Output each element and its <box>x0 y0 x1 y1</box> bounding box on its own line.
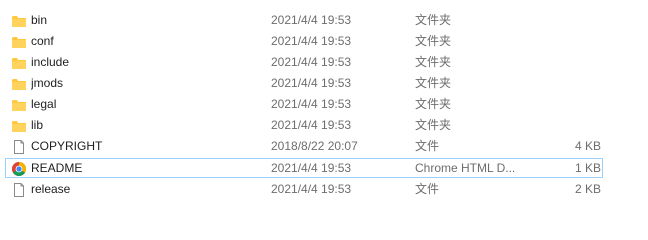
file-name: bin <box>31 13 48 27</box>
file-modified-date: 2021/4/4 19:53 <box>271 97 352 111</box>
file-name: lib <box>31 118 44 132</box>
folder-icon <box>11 13 27 29</box>
file-modified-date: 2021/4/4 19:53 <box>271 118 352 132</box>
file-icon <box>11 139 27 155</box>
folder-icon <box>11 34 27 50</box>
file-type: 文件 <box>415 182 440 196</box>
file-type: 文件夹 <box>415 13 452 27</box>
file-list: bin 2021/4/4 19:53 文件夹 conf 2021/4/4 19:… <box>0 0 648 240</box>
file-size: 2 KB <box>574 182 601 196</box>
file-name: README <box>31 161 83 175</box>
file-name: release <box>31 182 71 196</box>
file-size <box>536 53 601 72</box>
file-modified-date: 2021/4/4 19:53 <box>271 13 352 27</box>
folder-icon <box>11 118 27 134</box>
file-row-copyright[interactable]: COPYRIGHT 2018/8/22 20:07 文件 4 KB <box>5 136 603 156</box>
folder-icon <box>11 97 27 113</box>
file-row-bin[interactable]: bin 2021/4/4 19:53 文件夹 <box>5 10 603 30</box>
folder-icon <box>11 55 27 71</box>
file-modified-date: 2021/4/4 19:53 <box>271 182 352 196</box>
file-size <box>536 11 601 30</box>
file-size <box>536 95 601 114</box>
file-size: 4 KB <box>574 139 601 153</box>
file-size <box>536 74 601 93</box>
file-type: 文件 <box>415 139 440 153</box>
file-modified-date: 2018/8/22 20:07 <box>271 139 358 153</box>
file-row-lib[interactable]: lib 2021/4/4 19:53 文件夹 <box>5 115 603 135</box>
file-type: 文件夹 <box>415 34 452 48</box>
folder-icon <box>11 76 27 92</box>
file-size <box>536 116 601 135</box>
file-modified-date: 2021/4/4 19:53 <box>271 76 352 90</box>
file-row-conf[interactable]: conf 2021/4/4 19:53 文件夹 <box>5 31 603 51</box>
chrome-icon <box>11 161 27 177</box>
file-name: legal <box>31 97 57 111</box>
file-row-release[interactable]: release 2021/4/4 19:53 文件 2 KB <box>5 179 603 199</box>
file-type: 文件夹 <box>415 76 452 90</box>
file-row-readme[interactable]: README 2021/4/4 19:53 Chrome HTML D... 1… <box>5 158 603 178</box>
file-size: 1 KB <box>574 161 601 175</box>
file-name: COPYRIGHT <box>31 139 103 153</box>
file-type: 文件夹 <box>415 118 452 132</box>
file-row-legal[interactable]: legal 2021/4/4 19:53 文件夹 <box>5 94 603 114</box>
file-type: 文件夹 <box>415 55 452 69</box>
file-name: include <box>31 55 70 69</box>
file-modified-date: 2021/4/4 19:53 <box>271 161 352 175</box>
file-row-include[interactable]: include 2021/4/4 19:53 文件夹 <box>5 52 603 72</box>
file-name: conf <box>31 34 54 48</box>
file-type: Chrome HTML D... <box>415 161 516 175</box>
file-name: jmods <box>31 76 64 90</box>
file-modified-date: 2021/4/4 19:53 <box>271 34 352 48</box>
file-row-jmods[interactable]: jmods 2021/4/4 19:53 文件夹 <box>5 73 603 93</box>
file-size <box>536 32 601 51</box>
file-type: 文件夹 <box>415 97 452 111</box>
file-modified-date: 2021/4/4 19:53 <box>271 55 352 69</box>
file-icon <box>11 182 27 198</box>
